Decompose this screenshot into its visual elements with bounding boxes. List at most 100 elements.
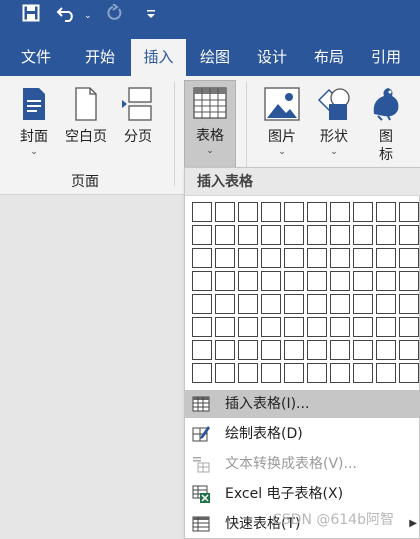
- grid-cell[interactable]: [399, 294, 419, 314]
- icons-button[interactable]: 图 标: [364, 80, 408, 164]
- grid-cell[interactable]: [284, 340, 304, 360]
- grid-cell[interactable]: [399, 271, 419, 291]
- grid-cell[interactable]: [307, 317, 327, 337]
- grid-cell[interactable]: [353, 317, 373, 337]
- save-icon[interactable]: [22, 4, 40, 28]
- grid-cell[interactable]: [261, 225, 281, 245]
- grid-cell[interactable]: [399, 340, 419, 360]
- grid-cell[interactable]: [330, 317, 350, 337]
- customize-qat-icon[interactable]: [146, 4, 156, 28]
- grid-cell[interactable]: [284, 248, 304, 268]
- grid-cell[interactable]: [330, 271, 350, 291]
- grid-cell[interactable]: [353, 363, 373, 383]
- grid-cell[interactable]: [215, 225, 235, 245]
- grid-cell[interactable]: [261, 294, 281, 314]
- grid-cell[interactable]: [399, 248, 419, 268]
- grid-cell[interactable]: [330, 340, 350, 360]
- grid-cell[interactable]: [330, 294, 350, 314]
- tab-home[interactable]: 开始: [72, 33, 128, 76]
- grid-cell[interactable]: [215, 363, 235, 383]
- grid-cell[interactable]: [330, 248, 350, 268]
- grid-cell[interactable]: [284, 294, 304, 314]
- grid-cell[interactable]: [238, 225, 258, 245]
- grid-cell[interactable]: [261, 202, 281, 222]
- grid-cell[interactable]: [192, 225, 212, 245]
- grid-cell[interactable]: [261, 340, 281, 360]
- grid-cell[interactable]: [399, 225, 419, 245]
- tab-file[interactable]: 文件: [8, 33, 64, 76]
- grid-cell[interactable]: [192, 294, 212, 314]
- grid-cell[interactable]: [215, 340, 235, 360]
- grid-cell[interactable]: [376, 248, 396, 268]
- grid-cell[interactable]: [192, 363, 212, 383]
- grid-cell[interactable]: [215, 294, 235, 314]
- grid-cell[interactable]: [215, 317, 235, 337]
- grid-cell[interactable]: [238, 294, 258, 314]
- grid-cell[interactable]: [307, 294, 327, 314]
- grid-cell[interactable]: [192, 317, 212, 337]
- tab-draw[interactable]: 绘图: [188, 33, 242, 76]
- grid-cell[interactable]: [376, 340, 396, 360]
- blank-page-button[interactable]: 空白页: [60, 80, 112, 146]
- tab-design[interactable]: 设计: [244, 33, 300, 76]
- grid-cell[interactable]: [261, 363, 281, 383]
- grid-cell[interactable]: [376, 363, 396, 383]
- grid-cell[interactable]: [261, 271, 281, 291]
- excel-spreadsheet-menu-item[interactable]: Excel 电子表格(X): [185, 480, 420, 508]
- cover-page-button[interactable]: 封面 ⌄: [12, 80, 56, 158]
- grid-cell[interactable]: [353, 202, 373, 222]
- grid-cell[interactable]: [192, 248, 212, 268]
- grid-cell[interactable]: [307, 225, 327, 245]
- grid-cell[interactable]: [238, 248, 258, 268]
- grid-cell[interactable]: [376, 271, 396, 291]
- grid-cell[interactable]: [238, 363, 258, 383]
- grid-cell[interactable]: [353, 340, 373, 360]
- tab-layout[interactable]: 布局: [301, 33, 357, 76]
- grid-cell[interactable]: [399, 317, 419, 337]
- grid-cell[interactable]: [307, 271, 327, 291]
- grid-cell[interactable]: [238, 317, 258, 337]
- grid-cell[interactable]: [376, 202, 396, 222]
- grid-cell[interactable]: [307, 340, 327, 360]
- grid-cell[interactable]: [399, 363, 419, 383]
- pictures-button[interactable]: 图片 ⌄: [258, 80, 306, 158]
- grid-cell[interactable]: [284, 363, 304, 383]
- undo-dropdown-icon[interactable]: ⌄: [84, 4, 92, 28]
- grid-cell[interactable]: [284, 202, 304, 222]
- tab-references[interactable]: 引用: [358, 33, 414, 76]
- grid-cell[interactable]: [192, 271, 212, 291]
- grid-cell[interactable]: [307, 202, 327, 222]
- insert-table-menu-item[interactable]: 插入表格(I)...: [185, 390, 420, 418]
- grid-cell[interactable]: [238, 271, 258, 291]
- grid-cell[interactable]: [376, 294, 396, 314]
- grid-cell[interactable]: [376, 225, 396, 245]
- draw-table-menu-item[interactable]: 绘制表格(D): [185, 420, 420, 448]
- grid-cell[interactable]: [376, 317, 396, 337]
- grid-cell[interactable]: [261, 317, 281, 337]
- grid-cell[interactable]: [307, 248, 327, 268]
- grid-cell[interactable]: [238, 202, 258, 222]
- grid-cell[interactable]: [353, 225, 373, 245]
- grid-cell[interactable]: [238, 340, 258, 360]
- grid-cell[interactable]: [330, 202, 350, 222]
- grid-cell[interactable]: [353, 271, 373, 291]
- grid-cell[interactable]: [215, 271, 235, 291]
- grid-cell[interactable]: [284, 271, 304, 291]
- grid-cell[interactable]: [284, 225, 304, 245]
- grid-cell[interactable]: [399, 202, 419, 222]
- grid-cell[interactable]: [215, 248, 235, 268]
- grid-cell[interactable]: [192, 202, 212, 222]
- grid-cell[interactable]: [353, 248, 373, 268]
- table-button[interactable]: 表格 ⌄: [184, 80, 236, 169]
- grid-cell[interactable]: [330, 225, 350, 245]
- grid-cell[interactable]: [330, 363, 350, 383]
- grid-cell[interactable]: [353, 294, 373, 314]
- grid-cell[interactable]: [284, 317, 304, 337]
- grid-cell[interactable]: [307, 363, 327, 383]
- tab-insert[interactable]: 插入: [131, 39, 186, 76]
- grid-cell[interactable]: [215, 202, 235, 222]
- grid-cell[interactable]: [192, 340, 212, 360]
- shapes-button[interactable]: 形状 ⌄: [310, 80, 358, 158]
- page-break-button[interactable]: 分页: [118, 80, 158, 146]
- grid-cell[interactable]: [261, 248, 281, 268]
